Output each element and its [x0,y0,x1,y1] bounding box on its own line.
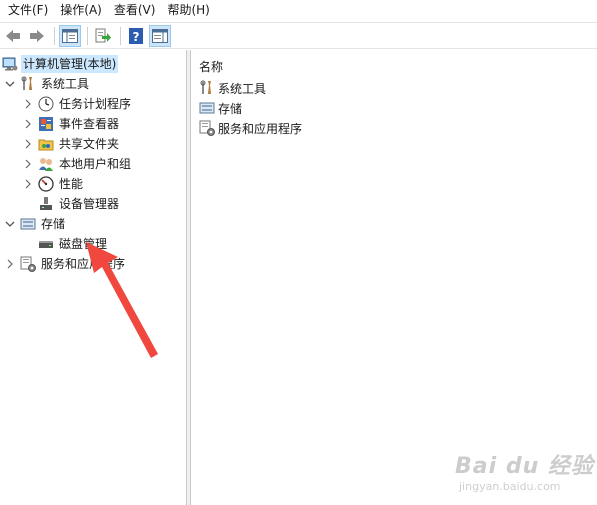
tree-item-disk-management[interactable]: 磁盘管理 [22,234,109,254]
storage-icon [199,100,215,116]
tree-item-storage[interactable]: 存储 [4,214,67,234]
chevron-right-icon[interactable] [22,114,34,134]
tree-item-event-viewer[interactable]: 事件查看器 [22,114,121,134]
tree-label: 磁盘管理 [59,237,108,251]
clock-icon [38,96,54,112]
tree-item-task-scheduler[interactable]: 任务计划程序 [22,94,133,114]
disk-icon [38,236,54,252]
menu-bar: 文件(F) 操作(A) 查看(V) 帮助(H) [0,0,597,21]
watermark: Bai du 经验 jingyan.baidu.com [455,448,595,498]
list-item-label: 服务和应用程序 [218,121,303,136]
tree-item-performance[interactable]: 性能 [22,174,85,194]
list-item-label: 存储 [218,101,243,116]
chevron-right-icon[interactable] [4,254,16,274]
watermark-url: jingyan.baidu.com [459,480,561,493]
column-header-name[interactable]: 名称 [199,58,223,75]
toolbar: ? [0,22,597,49]
services-icon [20,256,36,272]
forward-arrow-icon[interactable] [26,25,48,47]
computer-management-icon [2,56,18,72]
tree-label: 本地用户和组 [59,157,132,171]
list-item[interactable]: 服务和应用程序 [199,118,302,138]
tree-item-device-manager[interactable]: 设备管理器 [22,194,121,214]
toolbar-separator [120,26,121,45]
tools-icon [199,80,215,96]
tree-label: 系统工具 [41,77,90,91]
back-arrow-icon[interactable] [2,25,24,47]
svg-text:?: ? [133,30,140,44]
details-pane: 名称 系统工具 存储 服务和应用程序 [191,50,597,505]
tree-label: 设备管理器 [59,197,120,211]
tree-label: 计算机管理(本地) [21,55,119,73]
help-icon[interactable]: ? [125,25,147,47]
tree-item-services-applications[interactable]: 服务和应用程序 [4,254,127,274]
menu-view[interactable]: 查看(V) [108,0,162,21]
tree-item-system-tools[interactable]: 系统工具 [4,74,91,94]
navigation-tree: 计算机管理(本地) 系统工具 任务计划程序 事件查看器 共享文件夹 本地用户和组… [0,50,186,505]
chevron-down-icon[interactable] [4,214,16,234]
show-tree-icon[interactable] [59,24,81,47]
tree-item-shared-folders[interactable]: 共享文件夹 [22,134,121,154]
tree-label: 服务和应用程序 [41,257,126,271]
toolbar-separator [54,26,55,45]
export-icon[interactable] [92,25,114,47]
tree-item-computer-management[interactable]: 计算机管理(本地) [2,54,119,74]
tree-label: 存储 [41,217,66,231]
chevron-right-icon[interactable] [22,134,34,154]
list-item-label: 系统工具 [218,81,267,96]
list-item[interactable]: 系统工具 [199,78,266,98]
event-viewer-icon [38,116,54,132]
chevron-right-icon[interactable] [22,154,34,174]
chevron-down-icon[interactable] [4,74,16,94]
list-item[interactable]: 存储 [199,98,242,118]
tree-item-local-users-groups[interactable]: 本地用户和组 [22,154,133,174]
menu-action[interactable]: 操作(A) [54,0,108,21]
tree-label: 事件查看器 [59,117,120,131]
users-icon [38,156,54,172]
chevron-right-icon[interactable] [22,94,34,114]
properties-icon[interactable] [149,24,171,47]
performance-icon [38,176,54,192]
tree-label: 共享文件夹 [59,137,120,151]
services-icon [199,120,215,136]
menu-file[interactable]: 文件(F) [0,0,54,21]
tools-icon [20,76,36,92]
tree-label: 性能 [59,177,84,191]
shared-folder-icon [38,136,54,152]
chevron-right-icon[interactable] [22,174,34,194]
device-manager-icon [38,196,54,212]
toolbar-separator [87,26,88,45]
menu-help[interactable]: 帮助(H) [161,0,215,21]
storage-icon [20,216,36,232]
tree-label: 任务计划程序 [59,97,132,111]
watermark-logo-text: Bai du 经验 [455,454,594,479]
